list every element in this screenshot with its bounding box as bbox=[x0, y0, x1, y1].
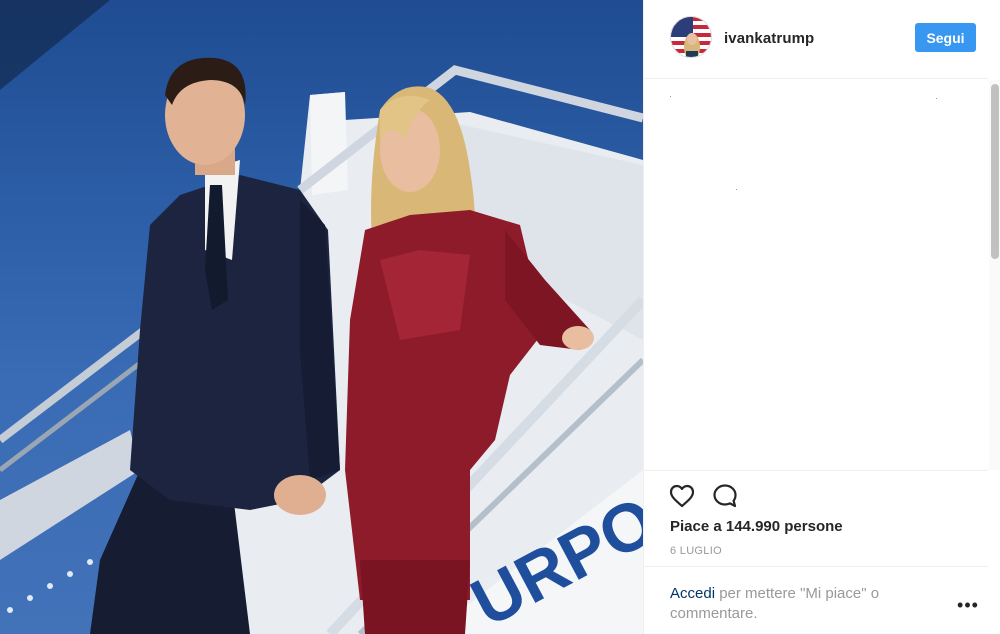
speech-bubble-icon bbox=[713, 484, 737, 508]
avatar[interactable] bbox=[670, 16, 712, 58]
username[interactable]: ivankatrump bbox=[724, 30, 814, 47]
post-date: 6 LUGLIO bbox=[670, 545, 722, 557]
scrollbar-thumb[interactable] bbox=[991, 84, 999, 259]
post-photo[interactable]: URPO bbox=[0, 0, 643, 634]
comment-button[interactable] bbox=[711, 482, 739, 510]
follow-button[interactable]: Segui bbox=[915, 23, 976, 52]
heart-outline-icon bbox=[669, 484, 695, 508]
post-header: ivankatrump Segui bbox=[644, 0, 988, 79]
avatar-flag-icon bbox=[671, 17, 711, 57]
post-actions: Piace a 144.990 persone 6 LUGLIO bbox=[644, 470, 988, 566]
post-side-panel: ivankatrump Segui Piace a 144.990 person… bbox=[643, 0, 1000, 634]
login-text: Accedi per mettere "Mi piace" o commenta… bbox=[670, 584, 930, 624]
blank-comment-mark bbox=[670, 96, 671, 97]
blank-comment-mark bbox=[736, 189, 737, 190]
comments-area bbox=[644, 80, 988, 470]
login-prompt: Accedi per mettere "Mi piace" o commenta… bbox=[644, 566, 988, 634]
like-button[interactable] bbox=[668, 482, 696, 510]
login-link[interactable]: Accedi bbox=[670, 585, 715, 602]
blank-comment-mark bbox=[936, 98, 937, 99]
more-options-icon[interactable]: ••• bbox=[956, 596, 980, 614]
photo-illustration: URPO bbox=[0, 0, 643, 634]
likes-count[interactable]: Piace a 144.990 persone bbox=[670, 518, 843, 535]
